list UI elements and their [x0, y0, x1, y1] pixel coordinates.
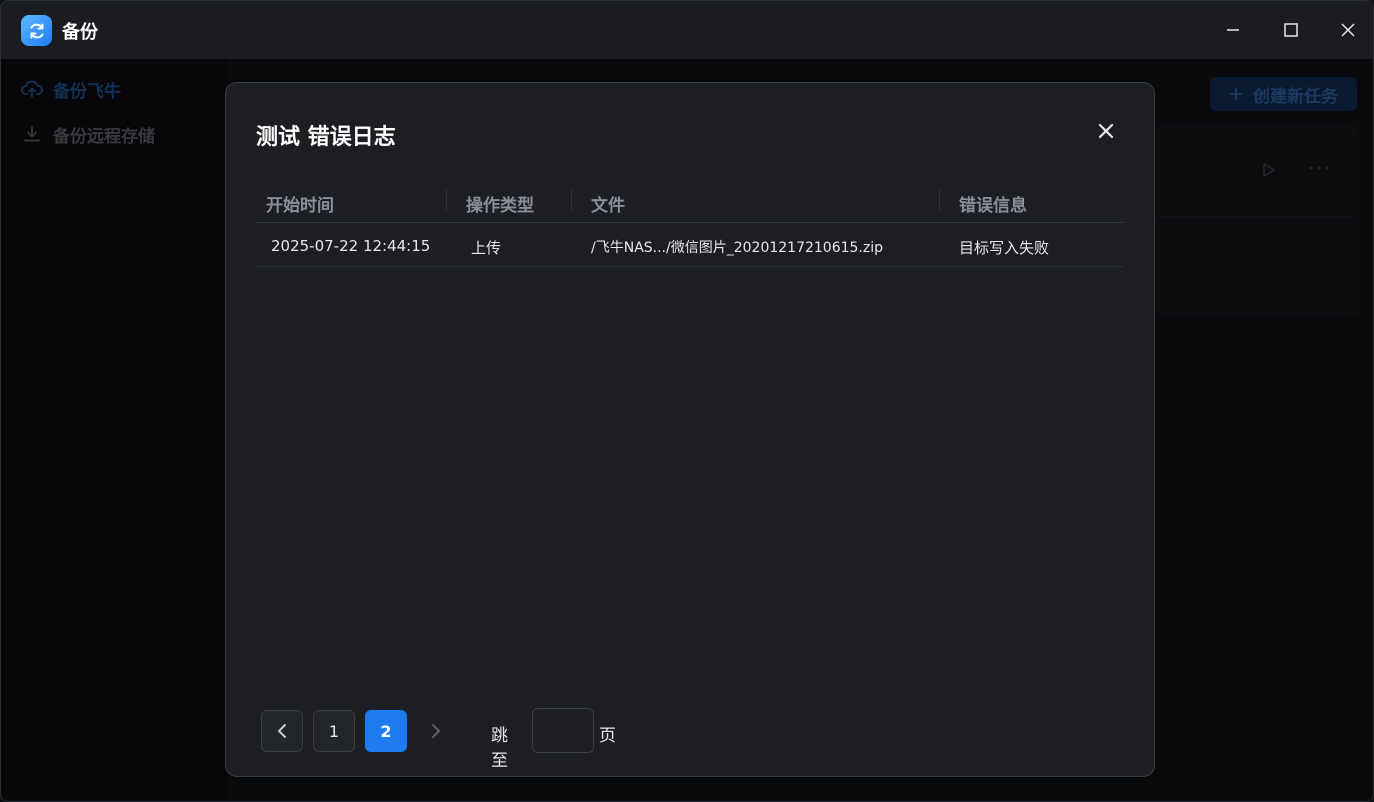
maximize-icon: [1284, 23, 1298, 37]
page-button-1[interactable]: 1: [313, 710, 355, 752]
prev-page-button[interactable]: [261, 710, 303, 752]
column-divider: [939, 188, 940, 212]
column-header-operation[interactable]: 操作类型: [466, 191, 534, 216]
table-header: 开始时间 操作类型 文件 错误信息: [256, 183, 1124, 223]
dialog-close-button[interactable]: [1092, 117, 1120, 145]
error-log-table: 开始时间 操作类型 文件 错误信息 2025-07-22 12:44:15 上传…: [256, 183, 1124, 267]
title-bar: 备份: [1, 1, 1373, 59]
window-close-button[interactable]: [1333, 15, 1363, 45]
next-page-button[interactable]: [423, 710, 449, 752]
column-divider: [571, 188, 572, 212]
cell-operation: 上传: [471, 239, 502, 257]
app-window: 备份 备份飞牛 备份远程存储 创建新任务 测试 错误日志 开始时间 操作类型 文…: [0, 0, 1374, 802]
column-header-file[interactable]: 文件: [591, 191, 625, 216]
page-suffix-label: 页: [599, 726, 616, 746]
chevron-left-icon: [278, 724, 286, 738]
column-header-start-time[interactable]: 开始时间: [266, 191, 334, 216]
dialog-title: 测试 错误日志: [256, 125, 396, 150]
maximize-button[interactable]: [1276, 15, 1306, 45]
cell-error: 目标写入失败: [959, 239, 1050, 257]
minimize-button[interactable]: [1218, 15, 1248, 45]
chevron-right-icon: [432, 724, 440, 738]
jump-page-input[interactable]: [532, 708, 594, 753]
backup-app-icon: [21, 15, 52, 46]
column-header-error[interactable]: 错误信息: [959, 191, 1027, 216]
close-icon: [1098, 123, 1114, 139]
close-icon: [1341, 23, 1355, 37]
app-title: 备份: [62, 22, 98, 43]
table-row[interactable]: 2025-07-22 12:44:15 上传 /飞牛NAS.../微信图片_20…: [256, 223, 1124, 267]
page-button-2[interactable]: 2: [365, 710, 407, 752]
cell-file: /飞牛NAS.../微信图片_20201217210615.zip: [591, 240, 883, 256]
minimize-icon: [1227, 29, 1239, 31]
cell-start-time: 2025-07-22 12:44:15: [271, 237, 431, 255]
jump-to-label: 跳至: [491, 726, 508, 771]
error-log-dialog: 测试 错误日志 开始时间 操作类型 文件 错误信息 2025-07-22 12:…: [225, 82, 1155, 777]
column-divider: [446, 188, 447, 212]
